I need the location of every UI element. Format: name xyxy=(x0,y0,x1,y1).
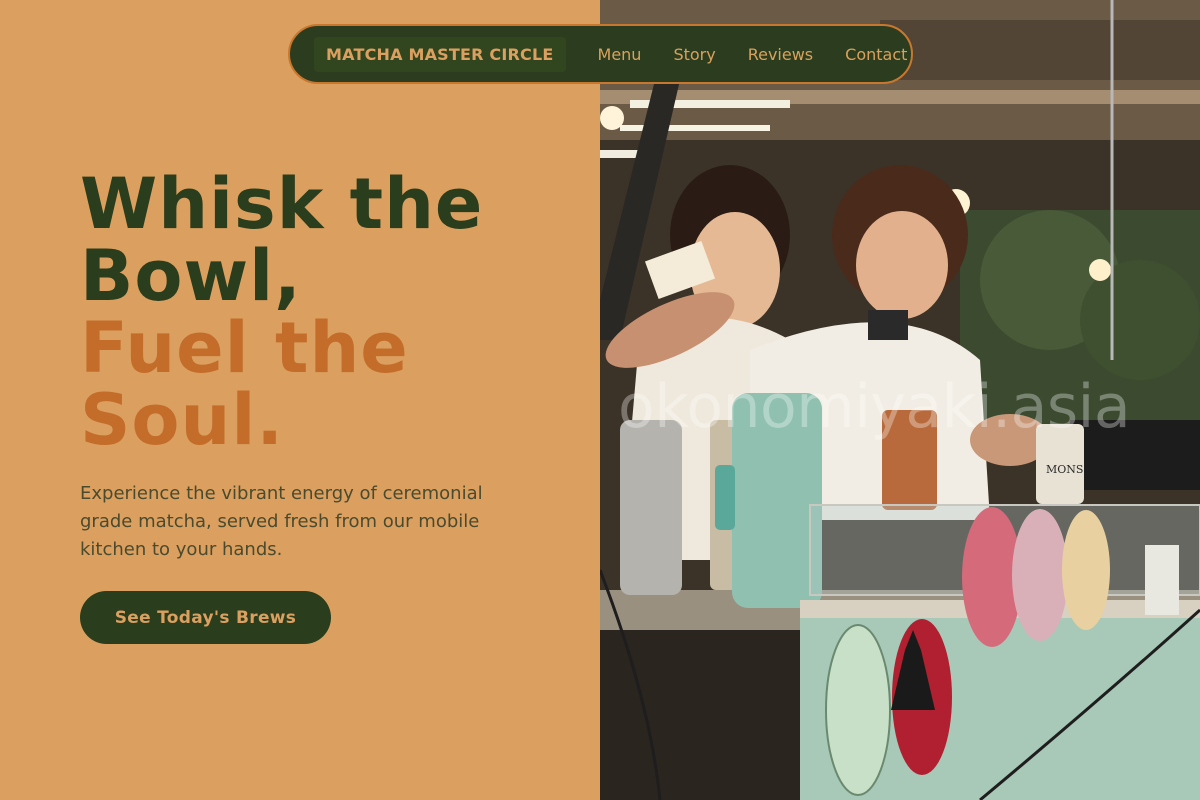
hero-title: Whisk the Bowl, Fuel the Soul. xyxy=(80,168,580,456)
hero-title-line-2: Bowl, xyxy=(80,235,302,317)
bottle-label-text: MONS xyxy=(1046,463,1083,476)
nav-link-menu[interactable]: Menu xyxy=(598,45,642,64)
hero-title-accent-line-1: Fuel the xyxy=(80,307,409,389)
nav-link-contact[interactable]: Contact xyxy=(845,45,907,64)
nav-link-story[interactable]: Story xyxy=(673,45,715,64)
hero-title-accent-line-2: Soul. xyxy=(80,379,284,461)
brand-logo[interactable]: MATCHA MASTER CIRCLE xyxy=(314,36,566,72)
nav-links: Menu Story Reviews Contact xyxy=(598,45,908,64)
top-navbar: MATCHA MASTER CIRCLE Menu Story Reviews … xyxy=(288,24,913,84)
photo-watermark: okonomiyaki.asia xyxy=(618,372,1131,442)
see-brews-button[interactable]: See Today's Brews xyxy=(80,591,331,644)
hero-title-line-1: Whisk the xyxy=(80,163,484,245)
nav-link-reviews[interactable]: Reviews xyxy=(748,45,813,64)
hero-description: Experience the vibrant energy of ceremon… xyxy=(80,483,483,560)
